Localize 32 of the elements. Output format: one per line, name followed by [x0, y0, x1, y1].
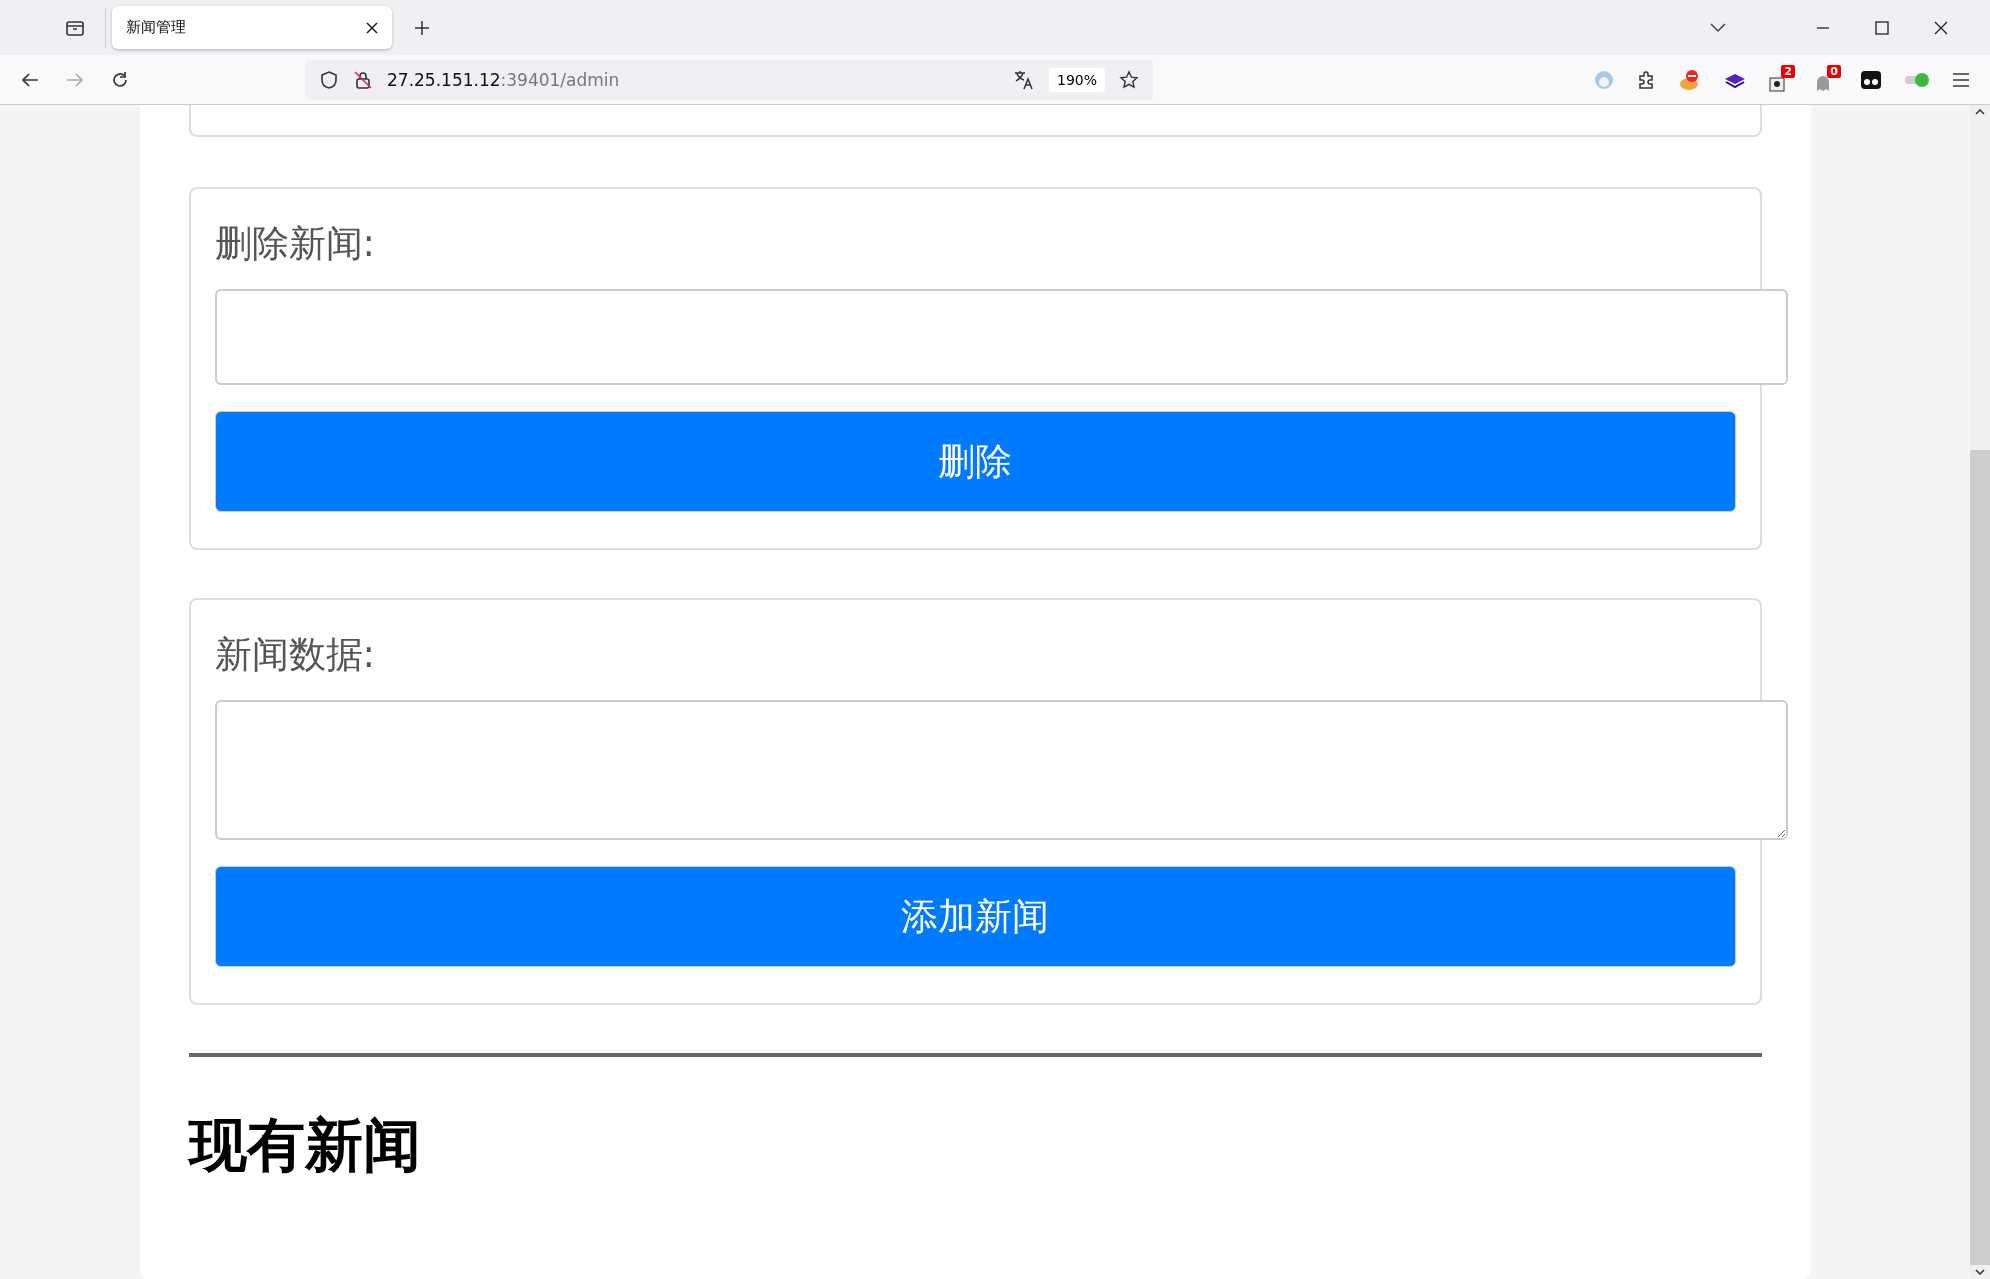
maximize-icon[interactable]: [1875, 20, 1889, 35]
scroll-down-icon[interactable]: [1975, 1269, 1985, 1275]
puzzle-icon[interactable]: [1636, 69, 1656, 90]
mask-icon[interactable]: [1860, 68, 1882, 91]
submit-button[interactable]: 删除: [214, 411, 1736, 512]
scrollbar[interactable]: [1970, 105, 1990, 1279]
address-bar[interactable]: 27.25.151.12:39401/admin 190%: [305, 59, 1153, 100]
field-label: 新闻数据:: [214, 632, 376, 678]
field-label: 删除新闻:: [214, 221, 376, 267]
reload-icon[interactable]: [110, 69, 130, 90]
notification-badge: 2: [1781, 64, 1795, 78]
toggle-icon[interactable]: [1904, 71, 1930, 88]
chevron-down-icon[interactable]: [1710, 22, 1726, 33]
close-icon[interactable]: [366, 21, 378, 34]
notification-badge: 0: [1827, 64, 1841, 78]
zoom-level[interactable]: 190%: [1048, 67, 1105, 92]
input-field[interactable]: [214, 289, 1788, 385]
new-tab-icon[interactable]: [414, 19, 430, 36]
close-icon[interactable]: [1934, 20, 1948, 35]
section-heading: 现有新闻: [188, 1110, 422, 1181]
menu-icon[interactable]: [1952, 72, 1970, 87]
insecure-lock-icon[interactable]: [353, 69, 373, 90]
tab-title: 新闻管理: [126, 18, 186, 37]
translate-icon[interactable]: [1012, 68, 1035, 91]
browser-tab[interactable]: 新闻管理: [112, 6, 392, 49]
bookmark-star-icon[interactable]: [1119, 69, 1139, 90]
ghost-extension-button[interactable]: 0: [1811, 64, 1841, 95]
scroll-up-icon[interactable]: [1975, 109, 1985, 115]
panda-extension-button[interactable]: 2: [1765, 64, 1795, 95]
shield-icon[interactable]: [319, 69, 339, 90]
url-text: 27.25.151.12:39401/admin: [387, 69, 620, 90]
submit-button[interactable]: 添加新闻: [214, 866, 1736, 967]
